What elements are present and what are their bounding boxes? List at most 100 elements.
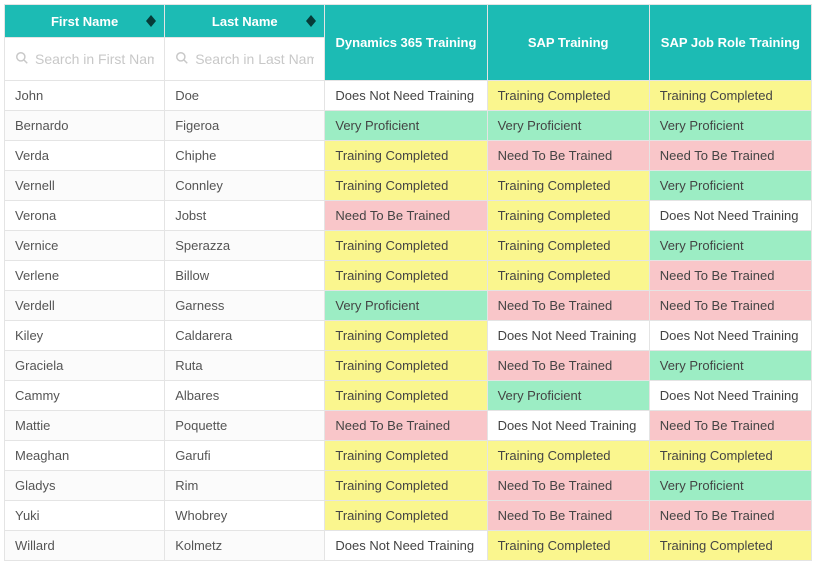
cell-dynamics: Training Completed [325,141,487,171]
cell-sap_role: Very Proficient [649,231,811,261]
cell-sap: Training Completed [487,531,649,561]
cell-sap_role: Need To Be Trained [649,141,811,171]
cell-sap_role: Does Not Need Training [649,381,811,411]
header-dynamics-label: Dynamics 365 Training [336,35,477,50]
table-body: JohnDoeDoes Not Need TrainingTraining Co… [5,81,812,561]
table-row: VerniceSperazzaTraining CompletedTrainin… [5,231,812,261]
cell-sap_role: Training Completed [649,531,811,561]
table-row: JohnDoeDoes Not Need TrainingTraining Co… [5,81,812,111]
cell-sap_role: Very Proficient [649,171,811,201]
search-icon [15,51,29,68]
cell-last-name: Poquette [165,411,325,441]
cell-first-name: Yuki [5,501,165,531]
header-sap-role[interactable]: SAP Job Role Training [649,5,811,81]
cell-last-name: Garufi [165,441,325,471]
sort-icon[interactable] [306,15,316,27]
cell-dynamics: Training Completed [325,321,487,351]
cell-last-name: Sperazza [165,231,325,261]
table-row: GracielaRutaTraining CompletedNeed To Be… [5,351,812,381]
header-sap[interactable]: SAP Training [487,5,649,81]
sort-icon[interactable] [146,15,156,27]
cell-dynamics: Does Not Need Training [325,531,487,561]
cell-last-name: Billow [165,261,325,291]
table-row: VerdaChipheTraining CompletedNeed To Be … [5,141,812,171]
cell-first-name: John [5,81,165,111]
cell-sap: Need To Be Trained [487,141,649,171]
cell-dynamics: Training Completed [325,441,487,471]
cell-dynamics: Training Completed [325,381,487,411]
cell-sap_role: Need To Be Trained [649,411,811,441]
cell-dynamics: Training Completed [325,231,487,261]
cell-dynamics: Training Completed [325,261,487,291]
table-row: VerleneBillowTraining CompletedTraining … [5,261,812,291]
cell-sap: Very Proficient [487,111,649,141]
header-last-name[interactable]: Last Name [165,5,325,38]
header-sap-role-label: SAP Job Role Training [661,35,800,50]
training-table: First Name Last Name Dynamics 3 [4,4,812,561]
search-first-name-cell [5,38,165,81]
cell-sap: Does Not Need Training [487,321,649,351]
cell-sap_role: Does Not Need Training [649,321,811,351]
cell-sap: Training Completed [487,81,649,111]
table-row: CammyAlbaresTraining CompletedVery Profi… [5,381,812,411]
cell-dynamics: Need To Be Trained [325,411,487,441]
table-row: VernellConnleyTraining CompletedTraining… [5,171,812,201]
cell-sap_role: Does Not Need Training [649,201,811,231]
cell-last-name: Albares [165,381,325,411]
cell-last-name: Chiphe [165,141,325,171]
cell-sap: Training Completed [487,171,649,201]
cell-first-name: Meaghan [5,441,165,471]
cell-sap_role: Very Proficient [649,471,811,501]
cell-first-name: Verda [5,141,165,171]
header-last-name-label: Last Name [212,14,278,29]
cell-dynamics: Training Completed [325,501,487,531]
table-row: GladysRimTraining CompletedNeed To Be Tr… [5,471,812,501]
table-row: MattiePoquetteNeed To Be TrainedDoes Not… [5,411,812,441]
table-row: YukiWhobreyTraining Completed Need To Be … [5,501,812,531]
cell-first-name: Verdell [5,291,165,321]
cell-first-name: Verona [5,201,165,231]
cell-first-name: Kiley [5,321,165,351]
cell-first-name: Cammy [5,381,165,411]
cell-sap_role: Need To Be Trained [649,501,811,531]
cell-dynamics: Does Not Need Training [325,81,487,111]
cell-last-name: Connley [165,171,325,201]
cell-last-name: Ruta [165,351,325,381]
search-last-name-input[interactable] [195,51,314,67]
header-sap-label: SAP Training [528,35,609,50]
cell-last-name: Kolmetz [165,531,325,561]
table-row: VeronaJobstNeed To Be TrainedTraining Co… [5,201,812,231]
table-row: VerdellGarnessVery ProficientNeed To Be … [5,291,812,321]
header-first-name[interactable]: First Name [5,5,165,38]
cell-first-name: Bernardo [5,111,165,141]
header-dynamics[interactable]: Dynamics 365 Training [325,5,487,81]
cell-sap_role: Very Proficient [649,351,811,381]
cell-sap: Training Completed [487,231,649,261]
cell-sap: Very Proficient [487,381,649,411]
cell-sap_role: Need To Be Trained [649,291,811,321]
cell-last-name: Caldarera [165,321,325,351]
cell-first-name: Mattie [5,411,165,441]
table-row: WillardKolmetzDoes Not Need TrainingTrai… [5,531,812,561]
cell-sap: Need To Be Trained [487,471,649,501]
cell-sap_role: Training Completed [649,81,811,111]
cell-last-name: Garness [165,291,325,321]
cell-last-name: Doe [165,81,325,111]
cell-first-name: Graciela [5,351,165,381]
cell-sap: Training Completed [487,201,649,231]
table-row: KileyCaldareraTraining CompletedDoes Not… [5,321,812,351]
cell-dynamics: Very Proficient [325,291,487,321]
cell-dynamics: Training Completed [325,471,487,501]
cell-first-name: Vernell [5,171,165,201]
cell-sap: Does Not Need Training [487,411,649,441]
search-last-name-cell [165,38,325,81]
cell-last-name: Whobrey [165,501,325,531]
cell-sap: Training Completed [487,261,649,291]
search-icon [175,51,189,68]
cell-sap: Training Completed [487,441,649,471]
cell-sap: Need To Be Trained [487,351,649,381]
cell-sap: Need To Be Trained [487,291,649,321]
cell-sap_role: Training Completed [649,441,811,471]
search-first-name-input[interactable] [35,51,154,67]
cell-dynamics: Training Completed [325,171,487,201]
